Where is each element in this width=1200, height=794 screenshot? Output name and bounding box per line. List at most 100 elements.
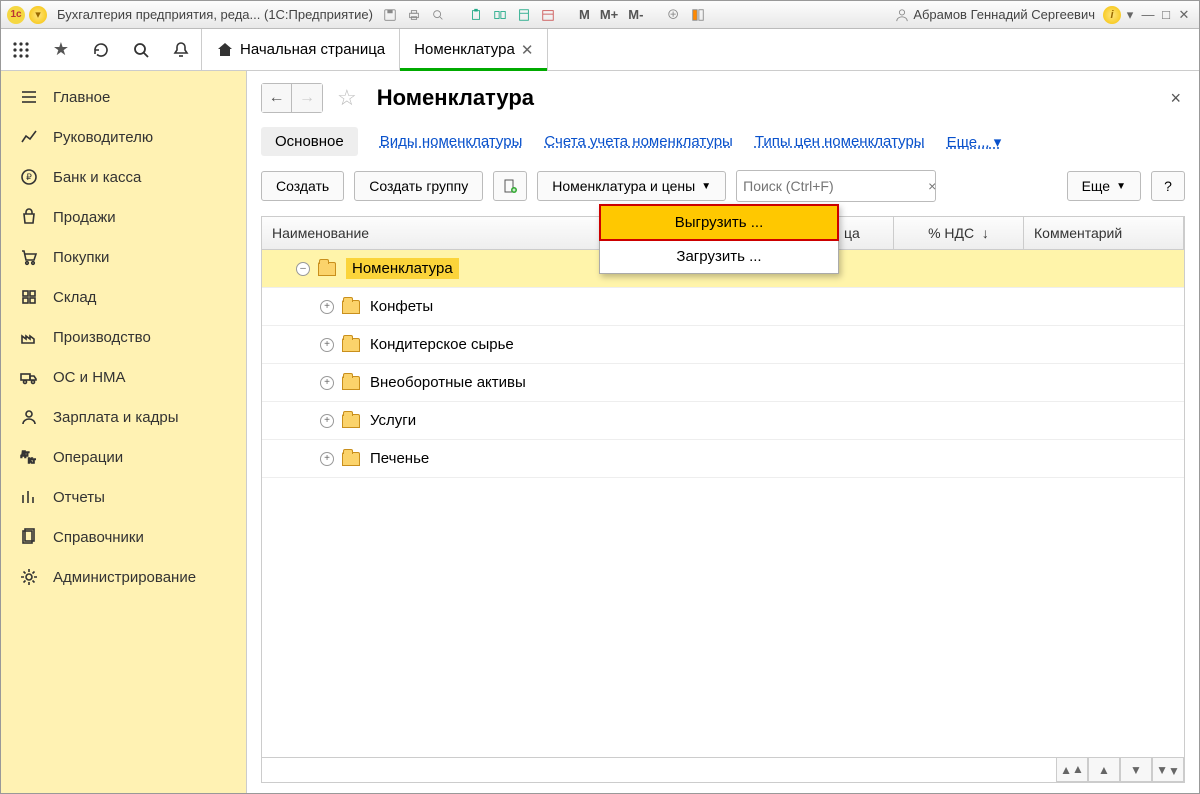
- memory-mplus-button[interactable]: M+: [598, 7, 620, 22]
- section-main-pill[interactable]: Основное: [261, 127, 358, 156]
- sidebar-item-12[interactable]: Администрирование: [1, 557, 246, 597]
- col-comment[interactable]: Комментарий: [1024, 217, 1184, 249]
- sidebar-item-2[interactable]: ₽ Банк и касса: [1, 157, 246, 197]
- user-menu[interactable]: Абрамов Геннадий Сергеевич: [895, 7, 1095, 22]
- panes-icon[interactable]: [689, 6, 707, 24]
- sidebar-item-label: Руководителю: [53, 129, 153, 146]
- sidebar-item-label: Продажи: [53, 209, 116, 226]
- sidebar-item-10[interactable]: Отчеты: [1, 477, 246, 517]
- link-kinds[interactable]: Виды номенклатуры: [380, 133, 523, 150]
- preview-icon[interactable]: [429, 6, 447, 24]
- row-label: Номенклатура: [346, 258, 459, 279]
- apps-icon[interactable]: [1, 31, 41, 69]
- create-from-template-button[interactable]: [493, 171, 527, 201]
- dropdown-import[interactable]: Загрузить ...: [600, 240, 838, 273]
- sidebar-item-label: Покупки: [53, 249, 109, 266]
- dropdown-export[interactable]: Выгрузить ...: [599, 204, 839, 241]
- more-button[interactable]: Еще ▼: [1067, 171, 1141, 201]
- zoom-icon[interactable]: [665, 6, 683, 24]
- calendar-icon[interactable]: [539, 6, 557, 24]
- row-label: Печенье: [370, 450, 429, 467]
- sidebar-item-label: Банк и касса: [53, 169, 141, 186]
- clipboard-icon[interactable]: [467, 6, 485, 24]
- calc-icon[interactable]: [515, 6, 533, 24]
- close-button[interactable]: ✕: [1175, 6, 1193, 24]
- table-row[interactable]: + Услуги: [262, 402, 1184, 440]
- maximize-button[interactable]: □: [1157, 6, 1175, 24]
- search-clear-icon[interactable]: ×: [924, 178, 940, 194]
- expand-icon[interactable]: +: [320, 338, 334, 352]
- gear-icon: [19, 567, 39, 587]
- home-tab[interactable]: Начальная страница: [201, 29, 400, 70]
- collapse-icon[interactable]: –: [296, 262, 310, 276]
- compare-icon[interactable]: [491, 6, 509, 24]
- table-row[interactable]: +Конфеты: [262, 288, 1184, 326]
- row-label: Кондитерское сырье: [370, 336, 514, 353]
- cart-icon: [19, 247, 39, 267]
- app-logo-icon: 1c: [7, 6, 25, 24]
- sidebar-item-label: Операции: [53, 449, 123, 466]
- print-icon[interactable]: [405, 6, 423, 24]
- app-title: Бухгалтерия предприятия, реда... (1С:Пре…: [57, 7, 373, 22]
- link-accounts[interactable]: Счета учета номенклатуры: [544, 133, 732, 150]
- link-more[interactable]: Еще... ▾: [947, 133, 1002, 151]
- nav-back-button[interactable]: ←: [262, 84, 292, 112]
- grid-body[interactable]: –Номенклатура+Конфеты+Кондитерское сырье…: [262, 250, 1184, 757]
- tab-close-icon[interactable]: ✕: [521, 41, 534, 59]
- search-input[interactable]: ×: [736, 170, 936, 202]
- minimize-button[interactable]: —: [1139, 6, 1157, 24]
- expand-icon[interactable]: +: [320, 300, 334, 314]
- prices-dropdown-button[interactable]: Номенклатура и цены ▼: [537, 171, 726, 201]
- sidebar-item-label: Отчеты: [53, 489, 105, 506]
- expand-icon[interactable]: +: [320, 414, 334, 428]
- prices-dropdown-menu: Выгрузить ... Загрузить ...: [599, 204, 839, 274]
- sidebar-item-7[interactable]: ОС и НМА: [1, 357, 246, 397]
- tab-nomenclature[interactable]: Номенклатура ✕: [400, 29, 548, 70]
- link-price-types[interactable]: Типы цен номенклатуры: [755, 133, 925, 150]
- table-row[interactable]: + Печенье: [262, 440, 1184, 478]
- sidebar-item-6[interactable]: Производство: [1, 317, 246, 357]
- history-button[interactable]: [81, 31, 121, 69]
- create-button[interactable]: Создать: [261, 171, 344, 201]
- save-icon[interactable]: [381, 6, 399, 24]
- sidebar-item-label: Администрирование: [53, 569, 196, 586]
- sidebar-item-1[interactable]: Руководителю: [1, 117, 246, 157]
- sidebar-item-4[interactable]: Покупки: [1, 237, 246, 277]
- sidebar-item-5[interactable]: Склад: [1, 277, 246, 317]
- dropdown-small-icon[interactable]: ▾: [1121, 6, 1139, 24]
- table-row[interactable]: + Кондитерское сырье: [262, 326, 1184, 364]
- favorite-star-icon[interactable]: ☆: [337, 85, 357, 111]
- create-group-button[interactable]: Создать группу: [354, 171, 483, 201]
- memory-mminus-button[interactable]: M-: [626, 7, 645, 22]
- nav-first-icon[interactable]: ▲▲: [1056, 758, 1088, 782]
- search-button[interactable]: [121, 31, 161, 69]
- col-nds[interactable]: % НДС ↓: [894, 217, 1024, 249]
- nav-up-icon[interactable]: ▲: [1088, 758, 1120, 782]
- search-field[interactable]: [743, 178, 924, 194]
- nav-forward-button[interactable]: →: [292, 84, 322, 112]
- sidebar-item-11[interactable]: Справочники: [1, 517, 246, 557]
- expand-icon[interactable]: +: [320, 376, 334, 390]
- sidebar-item-3[interactable]: Продажи: [1, 197, 246, 237]
- page-close-button[interactable]: ×: [1166, 84, 1185, 113]
- dropdown-icon[interactable]: ▾: [29, 6, 47, 24]
- col-unit[interactable]: ца: [834, 217, 894, 249]
- sidebar-item-9[interactable]: ДтКтОперации: [1, 437, 246, 477]
- sidebar-item-label: ОС и НМА: [53, 369, 126, 386]
- sidebar-item-0[interactable]: Главное: [1, 77, 246, 117]
- row-label: Услуги: [370, 412, 416, 429]
- memory-m-button[interactable]: M: [577, 7, 592, 22]
- sidebar-item-label: Справочники: [53, 529, 144, 546]
- svg-text:₽: ₽: [26, 172, 32, 182]
- favorites-button[interactable]: ★: [41, 31, 81, 69]
- folder-icon: [318, 262, 336, 276]
- nav-last-icon[interactable]: ▼▼: [1152, 758, 1184, 782]
- sidebar-item-8[interactable]: Зарплата и кадры: [1, 397, 246, 437]
- notifications-button[interactable]: [161, 31, 201, 69]
- info-icon[interactable]: i: [1103, 6, 1121, 24]
- table-row[interactable]: +Внеоборотные активы: [262, 364, 1184, 402]
- content: ← → ☆ Номенклатура × Основное Виды номен…: [247, 71, 1199, 793]
- expand-icon[interactable]: +: [320, 452, 334, 466]
- nav-down-icon[interactable]: ▼: [1120, 758, 1152, 782]
- help-button[interactable]: ?: [1151, 171, 1185, 201]
